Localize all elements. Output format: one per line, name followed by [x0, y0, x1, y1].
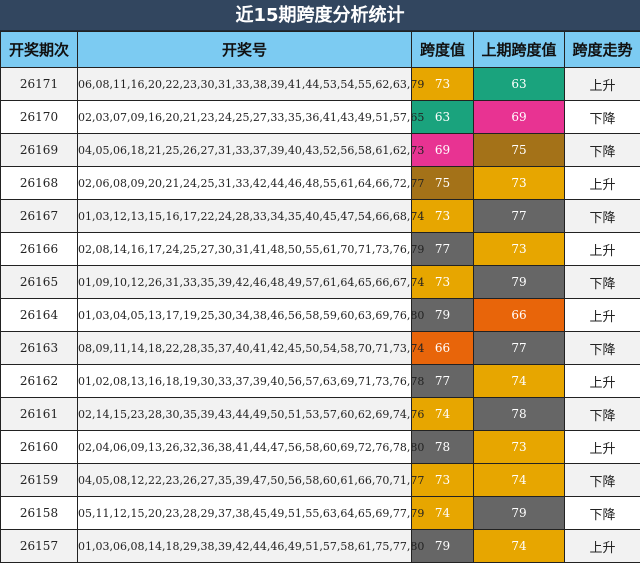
prev-span-cell: 79	[474, 497, 565, 530]
issue-cell: 26157	[1, 530, 78, 563]
trend-cell: 上升	[565, 530, 640, 563]
numbers-cell: 01,03,04,05,13,17,19,25,30,34,38,46,56,5…	[78, 299, 412, 332]
trend-cell: 下降	[565, 332, 640, 365]
table-row: 2616002,04,06,09,13,26,32,36,38,41,44,47…	[1, 431, 640, 464]
table-row: 2616201,02,08,13,16,18,19,30,33,37,39,40…	[1, 365, 640, 398]
prev-span-cell: 69	[474, 101, 565, 134]
trend-cell: 上升	[565, 233, 640, 266]
header-trend: 跨度走势	[565, 32, 640, 68]
numbers-cell: 05,11,12,15,20,23,28,29,37,38,45,49,51,5…	[78, 497, 412, 530]
trend-cell: 下降	[565, 200, 640, 233]
table-row: 2616308,09,11,14,18,22,28,35,37,40,41,42…	[1, 332, 640, 365]
header-prev-span: 上期跨度值	[474, 32, 565, 68]
span-statistics-panel: 近15期跨度分析统计 开奖期次 开奖号 跨度值 上期跨度值 跨度走势 26171…	[0, 0, 640, 562]
prev-span-cell: 77	[474, 200, 565, 233]
issue-cell: 26171	[1, 68, 78, 101]
span-table: 开奖期次 开奖号 跨度值 上期跨度值 跨度走势 2617106,08,11,16…	[0, 31, 640, 563]
prev-span-cell: 74	[474, 365, 565, 398]
prev-span-cell: 73	[474, 233, 565, 266]
issue-cell: 26159	[1, 464, 78, 497]
prev-span-cell: 74	[474, 530, 565, 563]
issue-cell: 26163	[1, 332, 78, 365]
prev-span-cell: 73	[474, 431, 565, 464]
table-header-row: 开奖期次 开奖号 跨度值 上期跨度值 跨度走势	[1, 32, 640, 68]
numbers-cell: 06,08,11,16,20,22,23,30,31,33,38,39,41,4…	[78, 68, 412, 101]
numbers-cell: 02,03,07,09,16,20,21,23,24,25,27,33,35,3…	[78, 101, 412, 134]
trend-cell: 上升	[565, 68, 640, 101]
prev-span-cell: 63	[474, 68, 565, 101]
table-row: 2616802,06,08,09,20,21,24,25,31,33,42,44…	[1, 167, 640, 200]
numbers-cell: 01,03,12,13,15,16,17,22,24,28,33,34,35,4…	[78, 200, 412, 233]
trend-cell: 下降	[565, 266, 640, 299]
numbers-cell: 02,08,14,16,17,24,25,27,30,31,41,48,50,5…	[78, 233, 412, 266]
trend-cell: 上升	[565, 299, 640, 332]
issue-cell: 26158	[1, 497, 78, 530]
prev-span-cell: 78	[474, 398, 565, 431]
prev-span-cell: 77	[474, 332, 565, 365]
prev-span-cell: 73	[474, 167, 565, 200]
trend-cell: 上升	[565, 365, 640, 398]
issue-cell: 26167	[1, 200, 78, 233]
numbers-cell: 02,04,06,09,13,26,32,36,38,41,44,47,56,5…	[78, 431, 412, 464]
numbers-cell: 08,09,11,14,18,22,28,35,37,40,41,42,45,5…	[78, 332, 412, 365]
table-row: 2616701,03,12,13,15,16,17,22,24,28,33,34…	[1, 200, 640, 233]
issue-cell: 26170	[1, 101, 78, 134]
issue-cell: 26168	[1, 167, 78, 200]
table-row: 2617106,08,11,16,20,22,23,30,31,33,38,39…	[1, 68, 640, 101]
table-row: 2617002,03,07,09,16,20,21,23,24,25,27,33…	[1, 101, 640, 134]
table-row: 2615805,11,12,15,20,23,28,29,37,38,45,49…	[1, 497, 640, 530]
table-row: 2616602,08,14,16,17,24,25,27,30,31,41,48…	[1, 233, 640, 266]
numbers-cell: 04,05,06,18,21,25,26,27,31,33,37,39,40,4…	[78, 134, 412, 167]
trend-cell: 下降	[565, 101, 640, 134]
issue-cell: 26160	[1, 431, 78, 464]
table-row: 2615701,03,06,08,14,18,29,38,39,42,44,46…	[1, 530, 640, 563]
table-body: 2617106,08,11,16,20,22,23,30,31,33,38,39…	[1, 68, 640, 563]
prev-span-cell: 75	[474, 134, 565, 167]
trend-cell: 下降	[565, 398, 640, 431]
issue-cell: 26166	[1, 233, 78, 266]
trend-cell: 下降	[565, 497, 640, 530]
header-span: 跨度值	[412, 32, 474, 68]
trend-cell: 上升	[565, 431, 640, 464]
numbers-cell: 01,02,08,13,16,18,19,30,33,37,39,40,56,5…	[78, 365, 412, 398]
prev-span-cell: 79	[474, 266, 565, 299]
trend-cell: 下降	[565, 134, 640, 167]
issue-cell: 26164	[1, 299, 78, 332]
header-issue: 开奖期次	[1, 32, 78, 68]
trend-cell: 下降	[565, 464, 640, 497]
issue-cell: 26169	[1, 134, 78, 167]
issue-cell: 26161	[1, 398, 78, 431]
table-row: 2616904,05,06,18,21,25,26,27,31,33,37,39…	[1, 134, 640, 167]
issue-cell: 26162	[1, 365, 78, 398]
trend-cell: 上升	[565, 167, 640, 200]
issue-cell: 26165	[1, 266, 78, 299]
prev-span-cell: 74	[474, 464, 565, 497]
numbers-cell: 02,06,08,09,20,21,24,25,31,33,42,44,46,4…	[78, 167, 412, 200]
table-row: 2616501,09,10,12,26,31,33,35,39,42,46,48…	[1, 266, 640, 299]
header-numbers: 开奖号	[78, 32, 412, 68]
numbers-cell: 02,14,15,23,28,30,35,39,43,44,49,50,51,5…	[78, 398, 412, 431]
numbers-cell: 01,03,06,08,14,18,29,38,39,42,44,46,49,5…	[78, 530, 412, 563]
page-title: 近15期跨度分析统计	[0, 0, 640, 31]
table-row: 2616401,03,04,05,13,17,19,25,30,34,38,46…	[1, 299, 640, 332]
numbers-cell: 04,05,08,12,22,23,26,27,35,39,47,50,56,5…	[78, 464, 412, 497]
numbers-cell: 01,09,10,12,26,31,33,35,39,42,46,48,49,5…	[78, 266, 412, 299]
table-row: 2615904,05,08,12,22,23,26,27,35,39,47,50…	[1, 464, 640, 497]
table-row: 2616102,14,15,23,28,30,35,39,43,44,49,50…	[1, 398, 640, 431]
prev-span-cell: 66	[474, 299, 565, 332]
